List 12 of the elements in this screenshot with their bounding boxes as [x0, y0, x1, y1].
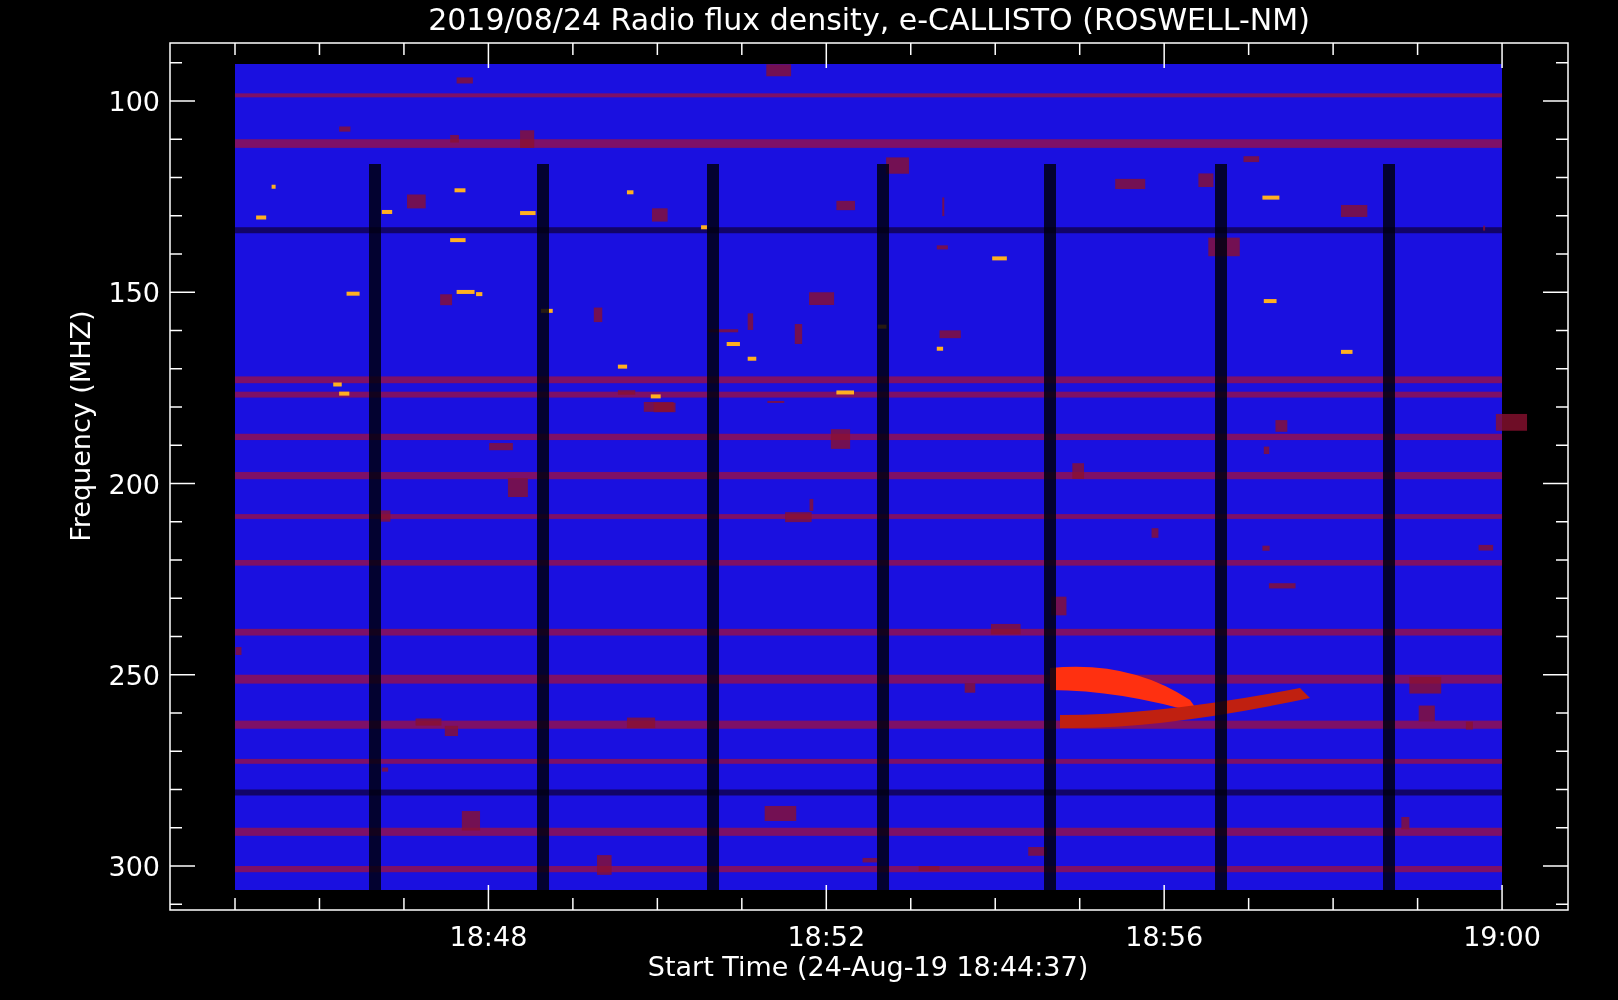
x-tick-label: 19:00 [1463, 921, 1541, 952]
y-tick-label: 250 [108, 659, 160, 691]
y-tick-label: 200 [108, 468, 160, 500]
y-tick-label: 100 [108, 86, 160, 117]
y-axis-label: Frequency (MHZ) [65, 310, 96, 542]
x-tick-label: 18:48 [449, 921, 528, 952]
x-tick-label: 18:52 [787, 921, 866, 952]
y-tick-label: 300 [108, 851, 160, 882]
y-tick-label: 150 [108, 277, 160, 309]
x-tick-label: 18:56 [1125, 921, 1204, 952]
plot-title: 2019/08/24 Radio flux density, e-CALLISTO (ROSWELL-NM) [428, 2, 1310, 37]
x-axis-label: Start Time (24-Aug-19 18:44:37) [647, 951, 1089, 982]
